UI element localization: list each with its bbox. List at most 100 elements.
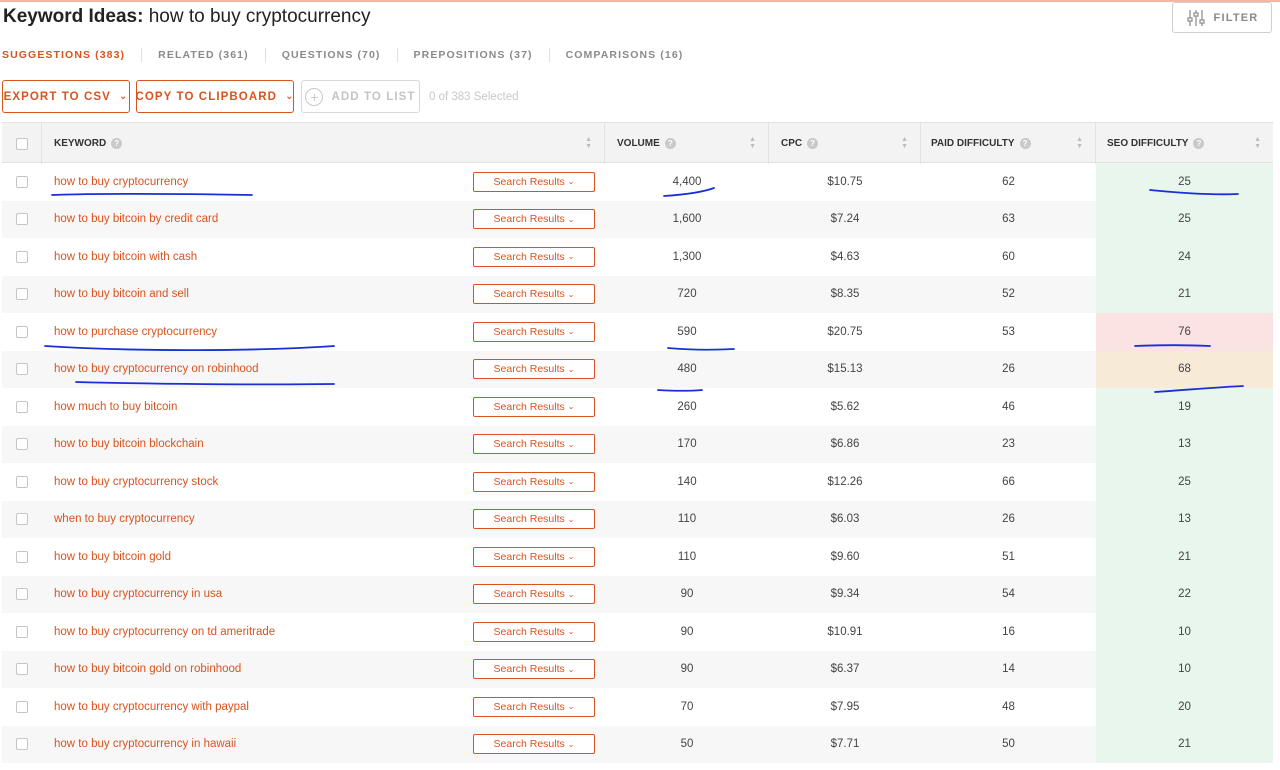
sort-arrows-icon[interactable]: ▲ ▼ [1076, 136, 1083, 150]
row-checkbox[interactable] [16, 550, 28, 563]
seo-difficulty-value: 25 [1096, 163, 1273, 201]
search-results-button[interactable]: Search Results ⌄ [473, 246, 595, 267]
export-csv-label: EXPORT TO CSV [3, 90, 111, 103]
tab-questions[interactable]: QUESTIONS (70) [282, 49, 381, 61]
cpc-value: $5.62 [830, 400, 860, 413]
keyword-link[interactable]: how to buy bitcoin gold on robinhood [42, 651, 462, 689]
sort-arrows-icon[interactable]: ▲ ▼ [901, 136, 908, 150]
tab-comparisons[interactable]: COMPARISONS (16) [566, 49, 684, 61]
chevron-down-icon: ⌄ [567, 627, 575, 637]
copy-clipboard-button[interactable]: COPY TO CLIPBOARD ⌄ [135, 80, 294, 113]
add-to-list-button[interactable]: + ADD TO LIST [301, 80, 420, 113]
keyword-link[interactable]: how to buy cryptocurrency on robinhood [42, 351, 462, 389]
keyword-link[interactable]: how to buy bitcoin gold [42, 538, 462, 576]
copy-clipboard-label: COPY TO CLIPBOARD [135, 90, 278, 103]
search-results-button[interactable]: Search Results ⌄ [473, 396, 595, 417]
keyword-link[interactable]: how much to buy bitcoin [42, 388, 462, 426]
row-checkbox[interactable] [16, 700, 28, 713]
search-results-label: Search Results [493, 175, 565, 188]
keyword-link[interactable]: how to buy cryptocurrency stock [42, 463, 462, 501]
row-checkbox[interactable] [16, 400, 28, 413]
tab-suggestions[interactable]: SUGGESTIONS (383) [2, 49, 125, 61]
keyword-link[interactable]: how to buy cryptocurrency in usa [42, 576, 462, 614]
row-checkbox-cell [2, 388, 42, 426]
table-row: how to buy bitcoin gold Search Results ⌄… [2, 538, 1273, 576]
help-circle-icon[interactable]: ? [111, 138, 123, 149]
keyword-link[interactable]: how to buy bitcoin with cash [42, 238, 462, 276]
sort-arrows-icon[interactable]: ▲ ▼ [749, 136, 756, 150]
paid-difficulty-value: 54 [1002, 588, 1015, 601]
row-checkbox[interactable] [16, 175, 28, 188]
filter-button[interactable]: FILTER [1172, 2, 1272, 33]
row-checkbox-cell [2, 426, 42, 464]
search-results-button[interactable]: Search Results ⌄ [473, 734, 595, 755]
keyword-link[interactable]: how to buy bitcoin by credit card [42, 201, 462, 239]
select-all-checkbox[interactable] [15, 137, 28, 150]
search-results-button[interactable]: Search Results ⌄ [473, 434, 595, 455]
column-header-keyword[interactable]: KEYWORD ? ▲ ▼ [42, 123, 605, 164]
row-checkbox[interactable] [16, 250, 28, 263]
help-circle-icon[interactable]: ? [1019, 138, 1031, 149]
row-checkbox[interactable] [16, 475, 28, 488]
tab-prepositions[interactable]: PREPOSITIONS (37) [414, 49, 533, 61]
tab-related[interactable]: RELATED (361) [158, 49, 249, 61]
row-checkbox[interactable] [16, 513, 28, 526]
volume-value: 110 [677, 513, 697, 526]
row-checkbox[interactable] [16, 625, 28, 638]
column-header-cpc[interactable]: CPC ? ▲ ▼ [769, 123, 921, 164]
keyword-link[interactable]: how to buy bitcoin and sell [42, 276, 462, 314]
search-results-button[interactable]: Search Results ⌄ [473, 509, 595, 530]
search-results-button[interactable]: Search Results ⌄ [473, 584, 595, 605]
search-results-button[interactable]: Search Results ⌄ [473, 659, 595, 680]
table-row: how to purchase cryptocurrency Search Re… [2, 313, 1273, 351]
row-checkbox-cell [2, 238, 42, 276]
keyword-link[interactable]: when to buy cryptocurrency [42, 501, 462, 539]
row-checkbox[interactable] [16, 663, 28, 676]
search-results-cell: Search Results ⌄ [473, 688, 595, 726]
paid-difficulty-value: 66 [1002, 475, 1015, 488]
search-results-button[interactable]: Search Results ⌄ [473, 171, 595, 192]
keyword-link[interactable]: how to purchase cryptocurrency [42, 313, 462, 351]
search-results-button[interactable]: Search Results ⌄ [473, 359, 595, 380]
row-checkbox-cell [2, 576, 42, 614]
export-csv-button[interactable]: EXPORT TO CSV ⌄ [2, 80, 130, 113]
row-checkbox[interactable] [16, 213, 28, 226]
keyword-link[interactable]: how to buy cryptocurrency with paypal [42, 688, 462, 726]
column-header-seo-difficulty[interactable]: SEO DIFFICULTY ? ▲ ▼ [1096, 123, 1273, 164]
header: Keyword Ideas: how to buy cryptocurrency… [0, 0, 1280, 40]
row-checkbox[interactable] [16, 438, 28, 451]
sort-arrows-icon[interactable]: ▲ ▼ [585, 136, 592, 150]
row-checkbox[interactable] [16, 363, 28, 376]
row-checkbox[interactable] [16, 738, 28, 751]
search-results-button[interactable]: Search Results ⌄ [473, 546, 595, 567]
add-to-list-label: ADD TO LIST [331, 90, 416, 103]
search-results-button[interactable]: Search Results ⌄ [473, 209, 595, 230]
keyword-link[interactable]: how to buy cryptocurrency on td ameritra… [42, 613, 462, 651]
search-results-button[interactable]: Search Results ⌄ [473, 621, 595, 642]
keyword-link[interactable]: how to buy cryptocurrency in hawaii [42, 726, 462, 764]
help-circle-icon[interactable]: ? [1193, 138, 1205, 149]
keyword-link[interactable]: how to buy bitcoin blockchain [42, 426, 462, 464]
search-results-label: Search Results [493, 325, 565, 338]
row-checkbox-cell [2, 163, 42, 201]
chevron-down-icon: ⌄ [567, 214, 575, 224]
search-results-button[interactable]: Search Results ⌄ [473, 284, 595, 305]
search-results-cell: Search Results ⌄ [473, 726, 595, 764]
row-checkbox[interactable] [16, 588, 28, 601]
row-checkbox[interactable] [16, 288, 28, 301]
chevron-down-icon: ⌄ [567, 739, 575, 749]
search-results-button[interactable]: Search Results ⌄ [473, 471, 595, 492]
sort-arrows-icon[interactable]: ▲ ▼ [1254, 136, 1261, 150]
column-header-volume[interactable]: VOLUME ? ▲ ▼ [605, 123, 769, 164]
keyword-link[interactable]: how to buy cryptocurrency [42, 163, 462, 201]
search-results-label: Search Results [493, 213, 565, 226]
search-results-button[interactable]: Search Results ⌄ [473, 696, 595, 717]
help-circle-icon[interactable]: ? [807, 138, 819, 149]
search-results-cell: Search Results ⌄ [473, 201, 595, 239]
row-checkbox-cell [2, 351, 42, 389]
column-header-paid-difficulty[interactable]: PAID DIFFICULTY ? ▲ ▼ [921, 123, 1096, 164]
search-results-button[interactable]: Search Results ⌄ [473, 321, 595, 342]
row-checkbox[interactable] [16, 325, 28, 338]
seo-difficulty-value: 13 [1096, 500, 1273, 538]
help-circle-icon[interactable]: ? [664, 138, 676, 149]
